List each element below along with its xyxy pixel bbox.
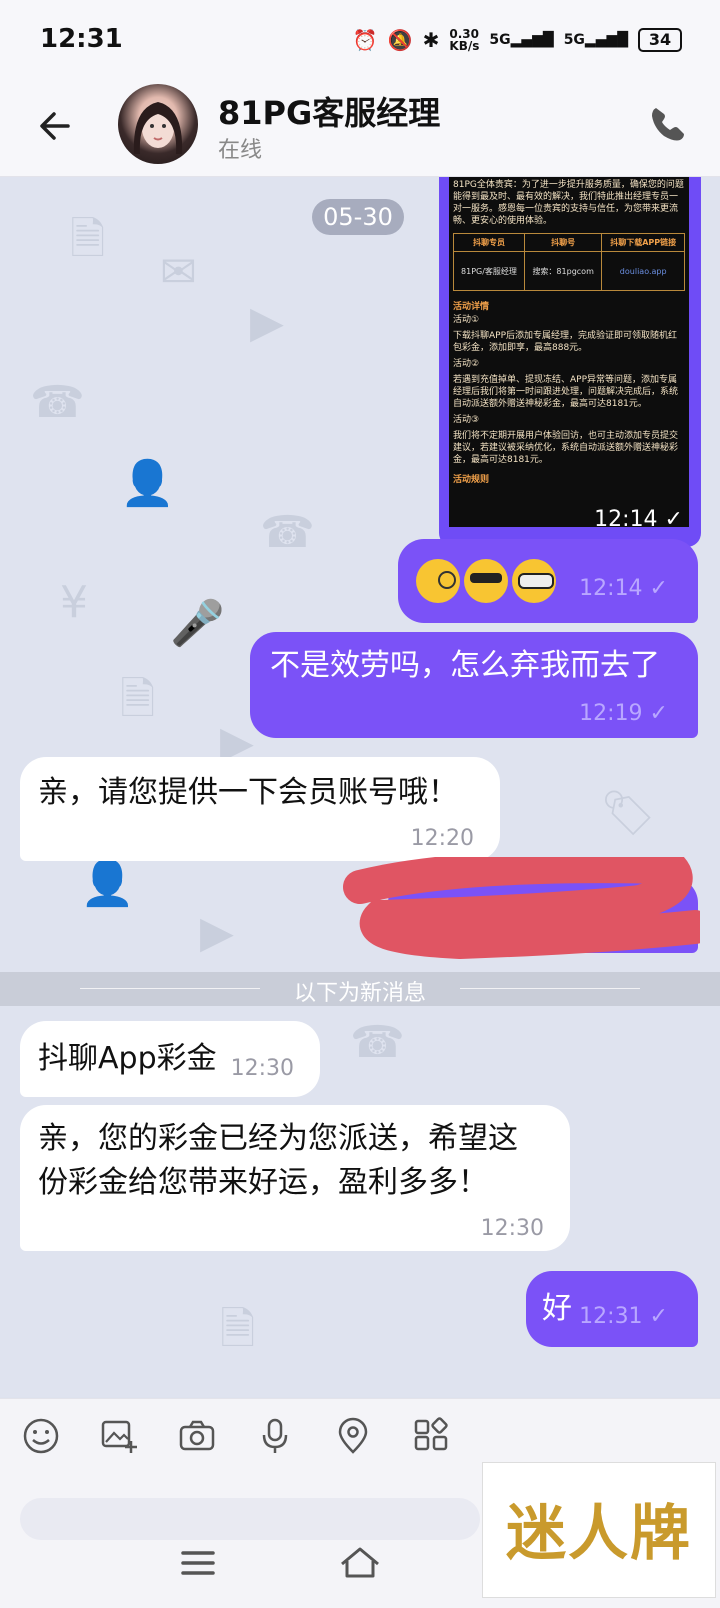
image-activity-text: 若遇到充值掉单、提现冻结、APP异常等问题，添加专属经理后我们将第一时间跟进处理… bbox=[453, 375, 679, 409]
chat-area[interactable]: 🗎 ✉ ▶ ☎ 👤 ☎ ¥ 🎤 🗎 ▶ 🏷 👤 ▶ ☎ 🗎 81PG全体贵宾：为… bbox=[0, 177, 720, 1397]
contact-status: 在线 bbox=[218, 138, 263, 163]
mute-bell-icon: 🔕 bbox=[387, 28, 413, 52]
image-table-cell: 搜索：81pgcom bbox=[523, 251, 603, 291]
background-doodle-icon: 👤 bbox=[80, 858, 135, 909]
contact-name: 81PG客服经理 bbox=[218, 94, 441, 132]
background-doodle-icon: ☎ bbox=[260, 507, 315, 558]
status-bar: 12:31 ⏰ 🔕 ✱ 0.30 KB/s 5G▂▄▆█ 5G▂▄▆█ 34 bbox=[0, 0, 720, 78]
message-time: 12:19 ✓ bbox=[579, 701, 668, 726]
face-with-monocle-emoji-icon bbox=[416, 559, 460, 603]
image-activity-title: 活动③ bbox=[453, 415, 480, 425]
message-text: 抖聊App彩金 bbox=[38, 1041, 217, 1076]
message-input[interactable] bbox=[20, 1498, 480, 1540]
sunglasses-face-emoji-icon bbox=[464, 559, 508, 603]
emoji-icon[interactable] bbox=[22, 1417, 60, 1455]
image-table-header: 抖聊号 bbox=[523, 233, 603, 252]
watermark-text: 迷人牌 bbox=[506, 1499, 692, 1569]
new-messages-label: 以下为新消息 bbox=[293, 981, 426, 1006]
avatar[interactable] bbox=[118, 84, 198, 164]
camera-icon[interactable] bbox=[178, 1417, 216, 1455]
background-doodle-icon: 🗎 bbox=[70, 214, 106, 265]
background-doodle-icon: 🎤 bbox=[170, 598, 225, 649]
message-time: 12:14 ✓ bbox=[579, 576, 668, 601]
image-message[interactable]: 81PG全体贵宾：为了进一步提升服务质量，确保您的问题能得到最及时、最有效的解决… bbox=[439, 177, 701, 547]
image-table-header: 抖聊专员 bbox=[453, 233, 525, 252]
image-section-title: 活动详情 bbox=[453, 302, 490, 312]
location-icon[interactable] bbox=[334, 1417, 372, 1455]
image-intro-text: 81PG全体贵宾：为了进一步提升服务质量，确保您的问题能得到最及时、最有效的解决… bbox=[453, 180, 684, 226]
background-doodle-icon: ¥ bbox=[60, 577, 88, 628]
message-text: 亲，您的彩金已经为您派送，希望这 bbox=[38, 1121, 518, 1156]
alarm-icon: ⏰ bbox=[352, 28, 378, 52]
promo-image[interactable]: 81PG全体贵宾：为了进一步提升服务质量，确保您的问题能得到最及时、最有效的解决… bbox=[449, 177, 689, 527]
apps-icon[interactable] bbox=[412, 1417, 450, 1455]
message-text: 好 bbox=[542, 1291, 572, 1326]
signal-icon: 5G▂▄▆█ bbox=[489, 32, 554, 48]
image-table-link: douliao.app bbox=[601, 251, 685, 291]
disguised-face-emoji-icon bbox=[512, 559, 556, 603]
signal-icon-2: 5G▂▄▆█ bbox=[563, 32, 628, 48]
image-activity-title: 活动① bbox=[453, 315, 480, 325]
phone-icon[interactable] bbox=[646, 102, 690, 146]
microphone-icon[interactable] bbox=[256, 1417, 294, 1455]
net-speed: 0.30 KB/s bbox=[449, 27, 480, 53]
incoming-message[interactable]: 亲，请您提供一下会员账号哦！ 12:20 bbox=[20, 757, 500, 861]
message-toolbar bbox=[0, 1398, 720, 1471]
message-time: 12:31 ✓ bbox=[579, 1304, 668, 1329]
back-arrow-icon[interactable] bbox=[34, 104, 78, 148]
background-doodle-icon: 🏷 bbox=[600, 788, 656, 839]
incoming-message[interactable]: 抖聊App彩金 12:30 bbox=[20, 1021, 320, 1097]
image-table: 抖聊专员 抖聊号 抖聊下载APP链接 81PG/客服经理 搜索：81pgcom … bbox=[453, 233, 685, 291]
background-doodle-icon: 🗎 bbox=[220, 1304, 256, 1355]
image-activity-text: 我们将不定期开展用户体验回访，也可主动添加专员提交建议，若建议被采纳优化，系统自… bbox=[453, 431, 679, 465]
incoming-message[interactable]: 亲，您的彩金已经为您派送，希望这 份彩金给您带来好运，盈利多多！ 12:30 bbox=[20, 1105, 570, 1251]
menu-icon[interactable] bbox=[180, 1548, 216, 1578]
image-table-header: 抖聊下载APP链接 bbox=[601, 233, 685, 252]
background-doodle-icon: 🗎 bbox=[120, 674, 156, 725]
battery-icon: 34 bbox=[638, 28, 682, 52]
outgoing-message[interactable]: 好 12:31 ✓ bbox=[526, 1271, 698, 1347]
image-rules-title: 活动规则 bbox=[453, 475, 490, 485]
image-activity-text: 下载抖聊APP后添加专属经理，完成验证即可领取随机红包彩金，添加即享，最高888… bbox=[453, 331, 678, 353]
outgoing-message[interactable]: 不是效劳吗，怎么弃我而去了 12:19 ✓ bbox=[250, 632, 698, 738]
background-doodle-icon: ✉ bbox=[160, 247, 197, 298]
message-time: 12:30 bbox=[480, 1216, 544, 1241]
status-icons: ⏰ 🔕 ✱ 0.30 KB/s 5G▂▄▆█ 5G▂▄▆█ 34 bbox=[353, 28, 682, 52]
image-add-icon[interactable] bbox=[100, 1417, 138, 1455]
message-text: 亲，请您提供一下会员账号哦！ bbox=[38, 775, 458, 810]
new-messages-divider: 以下为新消息 bbox=[0, 972, 720, 1006]
background-doodle-icon: 👤 bbox=[120, 458, 175, 509]
status-time: 12:31 bbox=[40, 24, 123, 54]
home-icon[interactable] bbox=[338, 1544, 382, 1580]
background-doodle-icon: ☎ bbox=[30, 377, 85, 428]
message-text: 不是效劳吗，怎么弃我而去了 bbox=[270, 648, 660, 683]
watermark-logo: 迷人牌 bbox=[482, 1462, 716, 1598]
outgoing-message[interactable]: 12:14 ✓ bbox=[398, 539, 698, 623]
message-time: 12:30 bbox=[230, 1056, 294, 1081]
image-table-cell: 81PG/客服经理 bbox=[453, 251, 525, 291]
message-time: 12:14 ✓ bbox=[594, 507, 683, 532]
redaction-scribble bbox=[343, 857, 700, 960]
background-doodle-icon: ▶ bbox=[200, 907, 234, 958]
message-time: 12:20 bbox=[410, 826, 474, 851]
bluetooth-icon: ✱ bbox=[422, 28, 440, 52]
image-activity-title: 活动② bbox=[453, 359, 480, 369]
chat-header: 81PG客服经理 在线 bbox=[0, 78, 720, 177]
background-doodle-icon: ▶ bbox=[250, 297, 284, 348]
background-doodle-icon: ☎ bbox=[350, 1017, 405, 1068]
date-chip: 05-30 bbox=[312, 199, 404, 235]
message-text: 份彩金给您带来好运，盈利多多！ bbox=[38, 1165, 488, 1200]
